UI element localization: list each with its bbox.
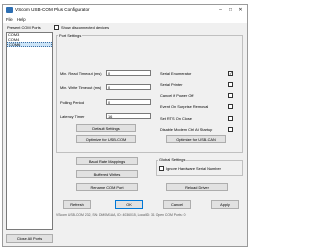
close-all-ports-button[interactable]: Close All Ports [6, 234, 53, 243]
title-bar[interactable]: VScom USB-COM Plus Configurator – □ ✕ [3, 5, 247, 16]
maximize-button[interactable]: □ [226, 6, 235, 14]
latency-timer-input[interactable]: 16 [106, 113, 151, 119]
optimize-usb-com-button[interactable]: Optimize for USB-COM [76, 135, 136, 143]
device-status-text: VScom USB-COM 232, SN: DM0M1AA, ID: 4036… [56, 213, 186, 217]
serial-enumerator-label: Serial Enumerator [160, 71, 192, 76]
ignore-serial-checkbox[interactable] [159, 166, 164, 171]
port-settings-label: Port Settings [58, 33, 83, 38]
rename-com-port-button[interactable]: Rename COM Port [76, 183, 138, 191]
event-on-surprise-removal-checkbox[interactable] [228, 104, 233, 109]
cancel-if-power-off-label: Cancel if Power Off [160, 93, 194, 98]
disable-modem-ctrl-label: Disable Modem Ctrl At Startup [160, 127, 213, 132]
ok-button[interactable]: OK [115, 200, 143, 209]
serial-printer-label: Serial Printer [160, 82, 183, 87]
configurator-window: VScom USB-COM Plus Configurator – □ ✕ Fi… [2, 4, 248, 247]
show-disconnected-checkbox[interactable] [54, 25, 59, 30]
latency-timer-label: Latency Timer [60, 114, 85, 119]
menu-bar: File Help [3, 16, 247, 23]
apply-button[interactable]: Apply [211, 200, 239, 209]
default-settings-button[interactable]: Default Settings [76, 124, 136, 132]
reload-driver-button[interactable]: Reload Driver [166, 183, 228, 191]
set-rts-on-close-checkbox[interactable] [228, 116, 233, 121]
polling-period-input[interactable]: 0 [106, 99, 151, 105]
close-button[interactable]: ✕ [236, 6, 245, 14]
refresh-button[interactable]: Refresh [63, 200, 91, 209]
menu-help[interactable]: Help [17, 16, 26, 23]
port-list-item-selected[interactable]: COM6 [7, 42, 52, 47]
baud-rate-mappings-button[interactable]: Baud Rate Mappings [76, 157, 138, 165]
buffered-writes-button[interactable]: Buffered Writes [76, 170, 138, 178]
minimize-button[interactable]: – [216, 6, 225, 14]
serial-printer-checkbox[interactable] [228, 82, 233, 87]
menu-file[interactable]: File [6, 16, 13, 23]
global-settings-label: Global Settings [158, 157, 187, 162]
serial-enumerator-checkbox[interactable]: ✓ [228, 71, 233, 76]
present-com-ports-label: Present COM Ports [7, 25, 41, 30]
app-icon [6, 7, 13, 13]
cancel-button[interactable]: Cancel [163, 200, 191, 209]
set-rts-on-close-label: Set RTS On Close [160, 116, 192, 121]
com-port-list[interactable]: COM3 COM4 COM6 [6, 32, 53, 230]
disable-modem-ctrl-checkbox[interactable] [228, 127, 233, 132]
event-on-surprise-removal-label: Event On Surprise Removal [160, 104, 209, 109]
optimize-usb-can-button[interactable]: Optimize for USB-CAN [166, 135, 226, 143]
polling-period-label: Polling Period [60, 100, 85, 105]
ignore-serial-label: Ignore Hardware Serial Number [166, 166, 221, 171]
show-disconnected-label: Show disconnected devices [61, 25, 110, 30]
min-write-timeout-input[interactable]: 0 [106, 84, 151, 90]
min-read-timeout-label: Min. Read Timeout (ms) [60, 71, 102, 76]
min-write-timeout-label: Min. Write Timeout (ms) [60, 85, 102, 90]
cancel-if-power-off-checkbox[interactable] [228, 93, 233, 98]
min-read-timeout-input[interactable]: 0 [106, 70, 151, 76]
window-title: VScom USB-COM Plus Configurator [15, 7, 90, 12]
